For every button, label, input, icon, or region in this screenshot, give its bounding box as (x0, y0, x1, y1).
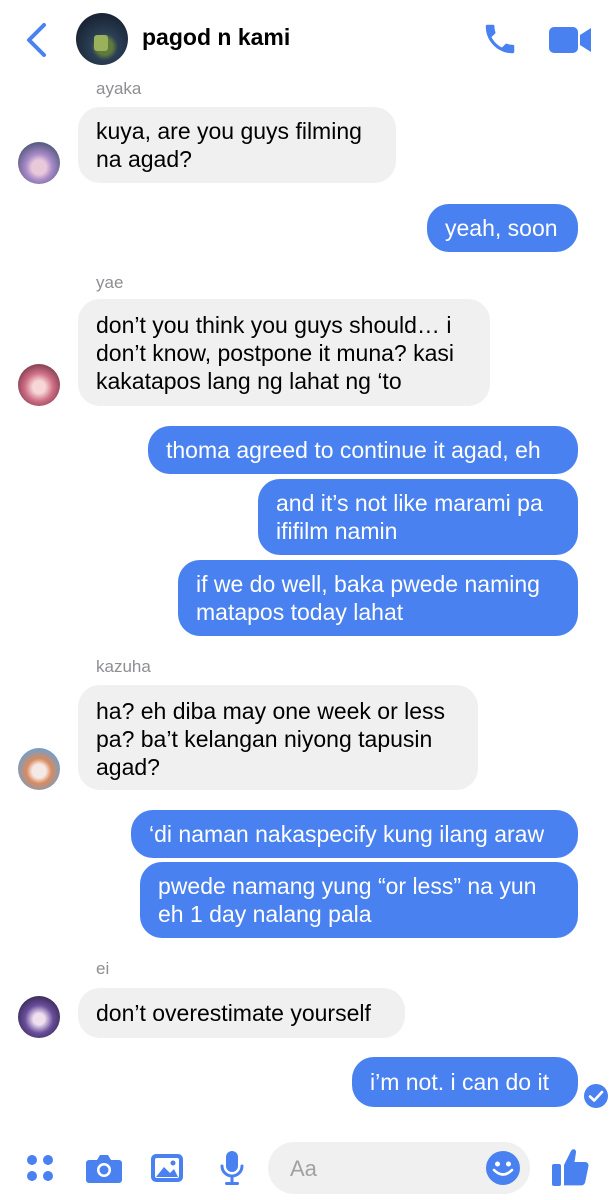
sender-name: yae (96, 273, 124, 292)
conversation-title[interactable]: pagod n kami (142, 24, 290, 51)
message-line: thoma agreed to continue it agad, eh (166, 437, 541, 463)
message-line: eh 1 day nalang pala (158, 901, 372, 927)
message-input-placeholder: Aa (290, 1156, 317, 1181)
message-line: ififilm namin (276, 518, 398, 544)
message-line: kuya, are you guys filming (96, 118, 362, 144)
avatar[interactable] (18, 142, 60, 184)
emoji-icon[interactable] (485, 1150, 521, 1186)
incoming-message[interactable]: don’t overestimate yourself (78, 988, 405, 1038)
message-line: pa? ba’t kelangan niyong tapusin (96, 726, 433, 752)
message-line: don’t you think you guys should… i (96, 312, 452, 338)
back-chevron-icon[interactable] (22, 22, 52, 58)
message-line: if we do well, baka pwede naming (196, 571, 540, 597)
outgoing-message[interactable]: thoma agreed to continue it agad, eh (148, 426, 578, 474)
gallery-icon[interactable] (149, 1152, 185, 1184)
outgoing-message[interactable]: and it’s not like marami pa ififilm nami… (258, 479, 578, 555)
message-line: ha? eh diba may one week or less (96, 698, 446, 724)
sender-name: ayaka (96, 79, 142, 98)
outgoing-message[interactable]: yeah, soon (427, 204, 578, 252)
message-line: ‘di naman nakaspecify kung ilang araw (149, 821, 545, 847)
message-line: agad? (96, 754, 160, 780)
message-line: kakatapos lang ng lahat ng ‘to (96, 368, 402, 394)
microphone-icon[interactable] (219, 1150, 245, 1186)
message-line: i’m not. i can do it (370, 1069, 549, 1095)
sender-name: ei (96, 959, 110, 978)
camera-icon[interactable] (85, 1152, 123, 1184)
incoming-message[interactable]: ha? eh diba may one week or less pa? ba’… (78, 685, 478, 790)
avatar[interactable] (18, 364, 60, 406)
avatar[interactable] (18, 748, 60, 790)
incoming-message[interactable]: kuya, are you guys filming na agad? (78, 107, 396, 183)
chat-header: pagod n kami (0, 0, 614, 78)
message-line: yeah, soon (445, 215, 558, 241)
message-line: don’t know, postpone it muna? kasi (96, 340, 455, 366)
message-line: don’t overestimate yourself (96, 1000, 371, 1026)
group-avatar[interactable] (76, 13, 128, 65)
message-line: matapos today lahat (196, 599, 404, 625)
thumbs-up-icon[interactable] (550, 1146, 590, 1188)
apps-grid-icon[interactable] (25, 1153, 55, 1183)
outgoing-message[interactable]: i’m not. i can do it (352, 1057, 578, 1107)
video-camera-icon[interactable] (547, 24, 593, 56)
seen-check-icon (584, 1084, 608, 1108)
outgoing-message[interactable]: pwede namang yung “or less” na yun eh 1 … (140, 862, 578, 938)
message-line: pwede namang yung “or less” na yun (158, 873, 537, 899)
avatar[interactable] (18, 996, 60, 1038)
outgoing-message[interactable]: if we do well, baka pwede naming matapos… (178, 560, 578, 636)
message-line: and it’s not like marami pa (276, 490, 543, 516)
phone-icon[interactable] (481, 20, 519, 58)
sender-name: kazuha (96, 657, 151, 676)
outgoing-message[interactable]: ‘di naman nakaspecify kung ilang araw (131, 810, 578, 858)
incoming-message[interactable]: don’t you think you guys should… i don’t… (78, 299, 490, 406)
message-line: na agad? (96, 146, 192, 172)
